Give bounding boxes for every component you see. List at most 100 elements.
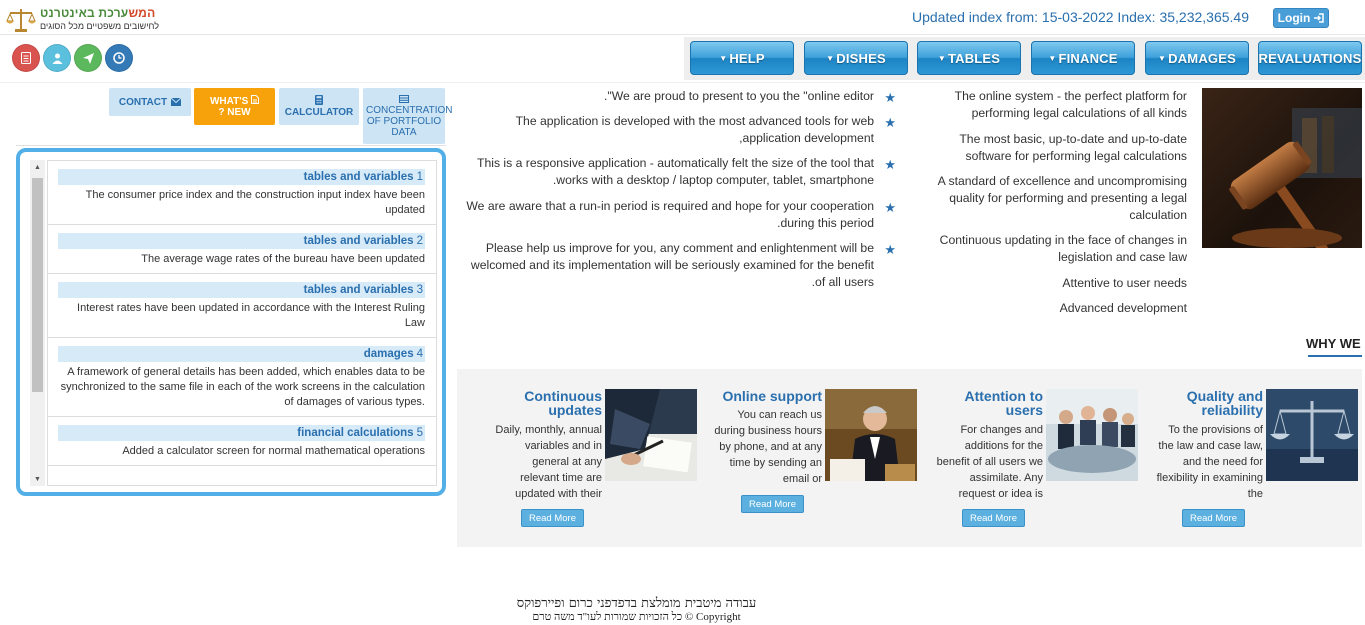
news-item: damages 4 A framework of general details … <box>48 338 436 417</box>
site-logo[interactable]: המשערכת באינטרנט לחישובים משפטיים מכל הס… <box>6 6 159 32</box>
nav-damages[interactable]: ▼ DAMAGES <box>1145 41 1249 75</box>
platform-feature: Advanced development <box>1059 301 1187 315</box>
quick-icons <box>12 44 133 72</box>
why-card-text: You can reach us during business hours b… <box>714 409 822 485</box>
tab-contact-label: CONTACT <box>118 96 168 108</box>
feature-text: Please help us improve for you, any comm… <box>470 241 874 289</box>
news-item-title[interactable]: tables and variables 1 <box>58 169 425 185</box>
why-card-text: For changes and additions for the benefi… <box>936 424 1043 500</box>
tab-contact[interactable]: CONTACT <box>109 88 191 116</box>
login-label: Login <box>1277 11 1311 25</box>
why-card-text: Daily, monthly, annual variables and in … <box>495 424 602 500</box>
scroll-thumb[interactable] <box>32 178 43 392</box>
news-item-title[interactable]: tables and variables 2 <box>58 233 425 249</box>
user-button[interactable] <box>43 44 71 72</box>
meeting-photo <box>1046 389 1138 481</box>
why-card-title: Online support <box>722 388 822 404</box>
why-card-title: Attention to users <box>964 388 1043 418</box>
document-icon <box>251 95 260 104</box>
main-nav: ▼ HELP ▼ DISHES ▼ TABLES ▼ FINANCE ▼ DAMAGES … <box>684 37 1365 80</box>
scroll-up-arrow-icon[interactable]: ▲ <box>30 160 45 174</box>
news-item-text: Interest rates have been updated in acco… <box>77 302 425 329</box>
news-item: tables and variables 2 The average wage r… <box>48 225 436 274</box>
why-we-panel: Continuous updates Daily, monthly, annua… <box>457 369 1362 547</box>
platform-feature: Attentive to user needs <box>1062 276 1187 290</box>
news-item-text: Added a calculator screen for normal mat… <box>122 445 425 457</box>
news-item: tables and variables 1 The consumer price… <box>48 161 436 225</box>
table-icon <box>399 94 409 103</box>
news-item-title[interactable]: tables and variables 3 <box>58 282 425 298</box>
document-signing-photo <box>605 389 697 481</box>
tab-calculator[interactable]: CALCULATOR <box>279 88 359 125</box>
star-icon: ★ <box>884 90 896 105</box>
send-icon <box>82 52 94 64</box>
login-button[interactable]: Login <box>1273 8 1329 28</box>
why-card: Quality and reliability To the provision… <box>1138 389 1358 539</box>
logo-tagline: לחישובים משפטיים מכל הסוגים <box>40 21 160 31</box>
feature-text: This is a responsive application - autom… <box>477 156 874 187</box>
whats-new-panel: ▲ ▼ tables and variables 1 The consumer p… <box>16 148 446 496</box>
tabs-divider <box>16 145 446 146</box>
header-divider <box>0 34 1365 35</box>
feature-text: We are aware that a run-in period is req… <box>466 199 874 230</box>
nav-help[interactable]: ▼ HELP <box>690 41 794 75</box>
read-more-button[interactable]: Read More <box>741 495 804 513</box>
tab-calculator-label: CALCULATOR <box>284 107 354 118</box>
calculator-icon <box>315 95 323 105</box>
scales-logo-icon <box>6 9 36 32</box>
tab-whats-new-line2: ? NEW <box>218 107 251 118</box>
scroll-down-arrow-icon[interactable]: ▼ <box>30 472 45 486</box>
feature-text: The application is developed with the mo… <box>515 114 874 145</box>
star-icon: ★ <box>884 200 896 215</box>
news-item-text: A framework of general details has been … <box>60 366 425 408</box>
read-more-button[interactable]: Read More <box>962 509 1025 527</box>
read-more-button[interactable]: Read More <box>521 509 584 527</box>
sign-in-icon <box>1314 13 1325 23</box>
news-item-title[interactable]: financial calculations 5 <box>58 425 425 441</box>
caret-down-icon: ▼ <box>826 53 835 63</box>
star-icon: ★ <box>884 242 896 257</box>
news-list: tables and variables 1 The consumer price… <box>47 160 437 486</box>
news-item: financial calculations 5 Added a calculat… <box>48 417 436 466</box>
list-icon <box>21 52 31 64</box>
clock-button[interactable] <box>105 44 133 72</box>
updated-index-text: Updated index from: 15-03-2022 Index: 35… <box>911 9 1249 25</box>
star-icon: ★ <box>884 157 896 172</box>
why-card: Continuous updates Daily, monthly, annua… <box>477 389 697 539</box>
why-card-text: To the provisions of the law and case la… <box>1156 424 1263 500</box>
why-we-underline <box>1308 355 1362 357</box>
nav-finance[interactable]: ▼ FINANCE <box>1031 41 1135 75</box>
feature-text: ."We are proud to present to you the "on… <box>604 89 874 103</box>
nav-tables[interactable]: ▼ TABLES <box>917 41 1021 75</box>
user-icon <box>52 53 62 64</box>
read-more-button[interactable]: Read More <box>1182 509 1245 527</box>
platform-feature: Continuous updating in the face of chang… <box>939 233 1187 264</box>
caret-down-icon: ▼ <box>937 53 946 63</box>
why-card: Online support You can reach us during b… <box>697 389 917 539</box>
footer-browser-note: עבודה מיטבית מומלצת בדפדפני כרום ופיירפו… <box>516 596 757 611</box>
caret-down-icon: ▼ <box>1048 53 1057 63</box>
nav-revaluations[interactable]: REVALUATIONS <box>1258 41 1362 75</box>
clock-icon <box>113 52 125 64</box>
caret-down-icon: ▼ <box>1158 53 1167 63</box>
why-we-heading: WHY WE <box>1306 336 1361 351</box>
news-item-text: The consumer price index and the constru… <box>85 189 425 216</box>
envelope-icon <box>171 98 182 106</box>
news-item-text: The average wage rates of the bureau hav… <box>141 253 425 265</box>
why-card-title: Quality and reliability <box>1186 388 1263 418</box>
nav-dishes[interactable]: ▼ DISHES <box>804 41 908 75</box>
platform-feature: The online system - the perfect platform… <box>954 89 1187 120</box>
caret-down-icon: ▼ <box>719 53 728 63</box>
support-agent-photo <box>825 389 917 481</box>
news-scrollbar[interactable]: ▲ ▼ <box>30 160 45 486</box>
why-card: Attention to users For changes and addit… <box>918 389 1138 539</box>
footer-copyright: כל הזכויות שמורות לעו"ד משה טרם © Copyri… <box>532 611 741 623</box>
tab-whats-new[interactable]: WHAT'S ? NEW <box>194 88 275 125</box>
why-card-title: Continuous updates <box>524 388 602 418</box>
tab-concentration-portfolio[interactable]: CONCENTRATION OF PORTFOLIO DATA <box>363 88 452 144</box>
platform-feature: A standard of excellence and uncompromis… <box>937 174 1187 222</box>
send-button[interactable] <box>74 44 102 72</box>
logo-brand: המשערכת באינטרנט <box>40 6 156 20</box>
list-button[interactable] <box>12 44 40 72</box>
news-item-title[interactable]: damages 4 <box>58 346 425 362</box>
